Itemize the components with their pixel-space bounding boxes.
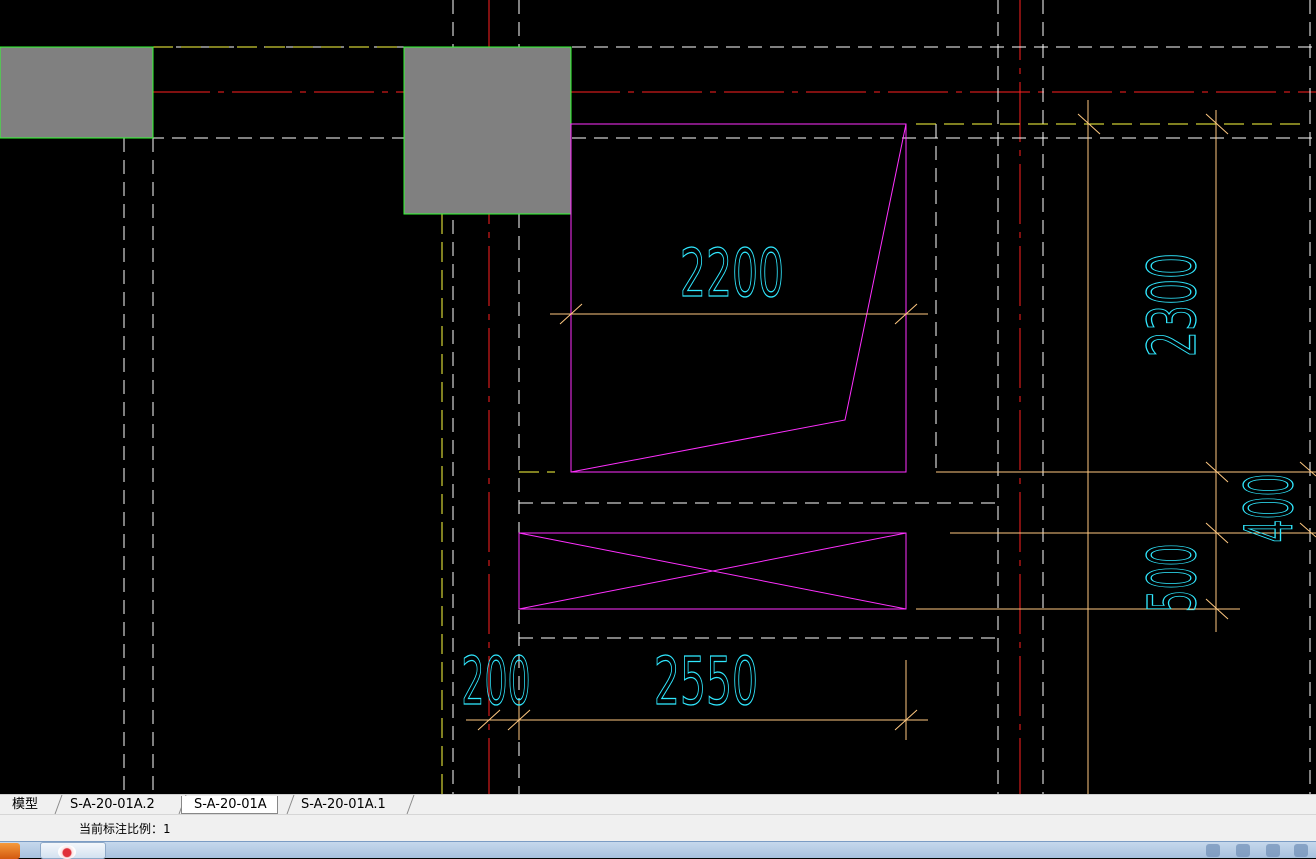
column-left[interactable]: [0, 46, 154, 139]
start-icon[interactable]: [0, 843, 20, 859]
tray-icon[interactable]: [1236, 844, 1250, 857]
tab-s-a-20-01a[interactable]: S-A-20-01A: [181, 796, 278, 814]
dim-text-200: 200: [461, 643, 530, 720]
cad-app-icon: [58, 845, 76, 859]
dim-text-400: 400: [1231, 473, 1308, 542]
taskbar-app-button[interactable]: [40, 842, 106, 859]
dim-text-2550: 2550: [654, 643, 758, 720]
tray-icon[interactable]: [1206, 844, 1220, 857]
dim-text-2200: 2200: [680, 235, 784, 312]
windows-taskbar: [0, 841, 1316, 859]
layout-tab-bar: 模型 S-A-20-01A.2 S-A-20-01A S-A-20-01A.1: [0, 794, 1316, 814]
cad-drawing-canvas[interactable]: 2200 2550 200 2300 400 500: [0, 0, 1316, 794]
tab-s-a-20-01a-2[interactable]: S-A-20-01A.2: [58, 796, 165, 814]
column-center[interactable]: [403, 46, 572, 215]
tray-icon[interactable]: [1266, 844, 1280, 857]
status-bar: 当前标注比例：1: [0, 814, 1316, 841]
tab-separator: [406, 795, 415, 814]
annotation-scale-label: 当前标注比例：1: [79, 822, 171, 836]
dim-text-500: 500: [1134, 543, 1211, 612]
tray-icon[interactable]: [1294, 844, 1308, 857]
dim-text-2300: 2300: [1134, 253, 1211, 357]
tab-model[interactable]: 模型: [0, 796, 48, 814]
tab-s-a-20-01a-1[interactable]: S-A-20-01A.1: [289, 796, 396, 814]
